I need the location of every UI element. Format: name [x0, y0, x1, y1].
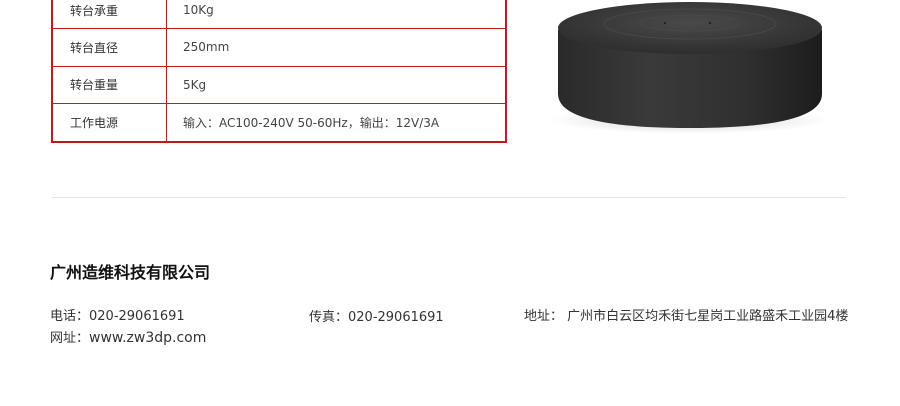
spec-label: 工作电源: [53, 104, 167, 141]
company-name: 广州造维科技有限公司: [50, 263, 211, 282]
website-contact: 网址：www.zw3dp.com: [50, 327, 206, 346]
website-label: 网址：: [50, 331, 90, 346]
spec-label: 转台直径: [53, 29, 167, 66]
spec-row: 转台重量 5Kg: [53, 65, 505, 103]
spec-row: 转台直径 250mm: [53, 28, 505, 66]
turntable-image: [550, 2, 830, 134]
divider: [52, 197, 846, 198]
spec-row: 转台承重 10Kg: [53, 0, 505, 28]
spec-row: 工作电源 输入：AC100-240V 50-60Hz，输出：12V/3A: [53, 103, 505, 141]
fax-label: 传真：: [309, 310, 349, 325]
spec-value: 10Kg: [183, 3, 214, 17]
phone-number: 020-29061691: [89, 309, 185, 324]
address-contact: 地址： 广州市白云区均禾街七星岗工业路盛禾工业园4楼: [524, 305, 848, 324]
website-link[interactable]: www.zw3dp.com: [89, 330, 206, 346]
spec-value: 5Kg: [183, 77, 207, 92]
phone-contact: 电话：020-29061691: [50, 305, 185, 324]
address-text: 广州市白云区均禾街七星岗工业路盛禾工业园4楼: [567, 309, 849, 324]
spec-value: 输入：AC100-240V 50-60Hz，输出：12V/3A: [183, 115, 440, 130]
spec-label: 转台重量: [53, 66, 167, 103]
address-label: 地址：: [524, 309, 564, 324]
fax-contact: 传真：020-29061691: [309, 306, 444, 325]
spec-table: 转台承重 10Kg 转台直径 250mm 转台重量 5Kg 工作电源 输入：AC…: [51, 0, 507, 143]
spec-value: 250mm: [183, 40, 230, 55]
fax-number: 020-29061691: [348, 310, 444, 325]
phone-label: 电话：: [50, 309, 90, 324]
spec-label: 转台承重: [53, 0, 167, 28]
